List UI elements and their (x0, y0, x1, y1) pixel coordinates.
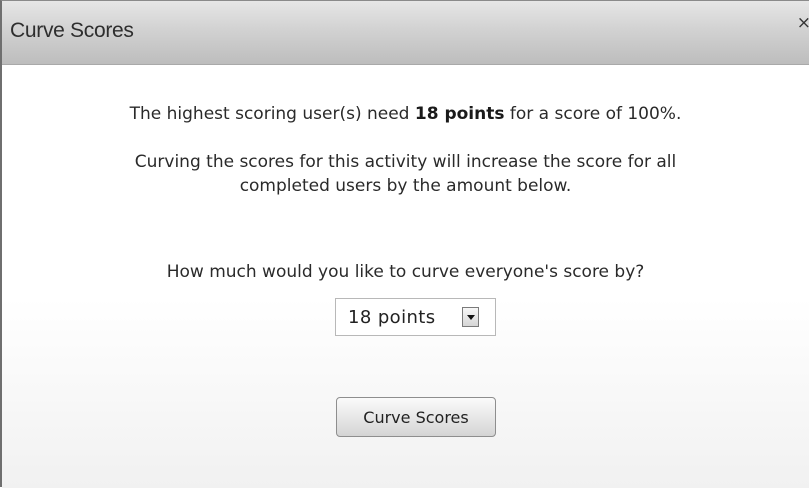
highest-score-text-before: The highest scoring user(s) need (129, 104, 415, 124)
close-icon[interactable]: × (797, 15, 809, 32)
highest-score-message: The highest scoring user(s) need 18 poin… (2, 102, 809, 126)
dropdown-arrow-icon[interactable] (462, 307, 479, 327)
dialog-title: Curve Scores (10, 19, 134, 42)
curve-amount-select[interactable]: 18 points (335, 298, 496, 336)
highest-score-points: 18 points (414, 104, 505, 124)
dialog-titlebar: Curve Scores × (2, 1, 809, 65)
curve-scores-dialog: Curve Scores × The highest scoring user(… (0, 0, 809, 488)
dialog-body: The highest scoring user(s) need 18 poin… (2, 66, 809, 488)
curve-explanation-line-2: completed users by the amount below. (239, 176, 572, 196)
curve-explanation-line-1: Curving the scores for this activity wil… (134, 152, 677, 172)
curve-amount-value: 18 points (348, 307, 436, 328)
highest-score-text-after: for a score of 100%. (504, 104, 682, 124)
curve-question: How much would you like to curve everyon… (166, 262, 645, 282)
curve-scores-button[interactable]: Curve Scores (336, 397, 496, 437)
